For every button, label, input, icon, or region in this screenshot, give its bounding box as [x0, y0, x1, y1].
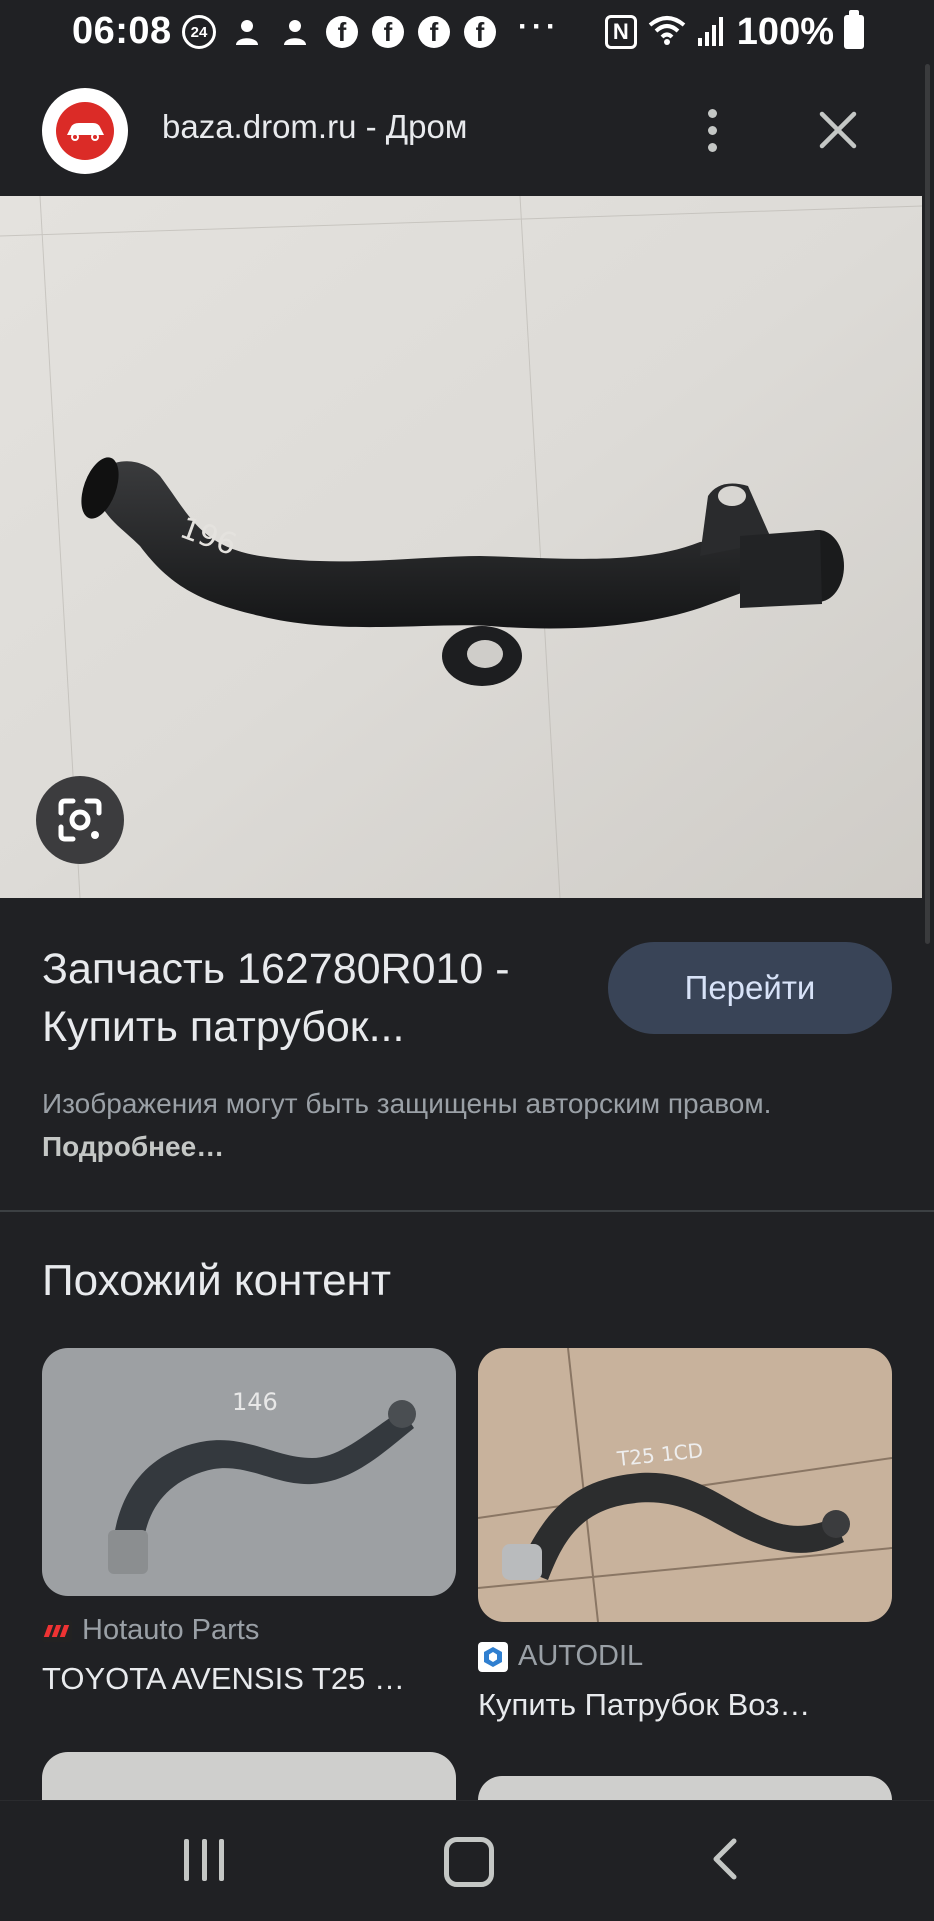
autodil-favicon-icon [478, 1641, 508, 1672]
similar-heading: Похожий контент [42, 1256, 391, 1305]
back-icon[interactable] [700, 1833, 752, 1885]
image-annotation: 146 [232, 1388, 278, 1416]
main-result-image[interactable]: 196 [0, 196, 922, 898]
nfc-icon: N [604, 15, 637, 49]
similar-card[interactable]: T25 1CD AUTODIL Купить Патрубок Воз… [478, 1348, 892, 1723]
similar-source[interactable]: AUTODIL [478, 1640, 892, 1673]
person-icon [230, 15, 264, 49]
notification-count-icon: 24 [182, 15, 216, 49]
divider [0, 1210, 934, 1212]
facebook-icon: f [326, 16, 358, 48]
learn-more-link[interactable]: Подробнее… [42, 1131, 224, 1162]
site-title[interactable]: baza.drom.ru - Дром [162, 108, 468, 146]
status-bar: 06:08 24 f f f f ··· N 100% [0, 0, 934, 64]
signal-icon [697, 14, 727, 51]
person-icon [278, 15, 312, 49]
source-name: AUTODIL [518, 1640, 644, 1672]
similar-thumbnail[interactable]: T25 1CD [478, 1348, 892, 1622]
facebook-icon: f [464, 16, 496, 48]
battery-percent: 100% [736, 10, 834, 53]
similar-thumbnail[interactable] [42, 1752, 456, 1800]
similar-thumbnail[interactable] [478, 1776, 892, 1800]
source-name: Hotauto Parts [82, 1614, 260, 1646]
home-icon[interactable] [444, 1837, 494, 1887]
result-title[interactable]: Запчасть 162780R010 - Купить патрубок... [42, 940, 582, 1056]
google-lens-icon[interactable] [36, 776, 124, 864]
scrollbar[interactable] [922, 64, 934, 944]
similar-thumbnail[interactable]: 146 [42, 1348, 456, 1596]
similar-source[interactable]: Hotauto Parts [42, 1614, 456, 1647]
system-nav-bar [0, 1800, 934, 1921]
status-time: 06:08 [72, 10, 172, 52]
similar-card[interactable]: 146 Hotauto Parts TOYOTA AVENSIS T25 … [42, 1348, 456, 1697]
more-dots-icon: ··· [518, 10, 560, 43]
go-button[interactable]: Перейти [608, 942, 892, 1034]
similar-caption[interactable]: Купить Патрубок Воз… [478, 1687, 892, 1723]
facebook-icon: f [418, 16, 450, 48]
status-left-icons: 24 f f f f ··· [182, 10, 560, 50]
facebook-icon: f [372, 16, 404, 48]
hotauto-favicon-icon [42, 1619, 72, 1642]
wifi-icon [647, 13, 687, 52]
copyright-text: Изображения могут быть защищены авторски… [42, 1088, 772, 1119]
similar-caption[interactable]: TOYOTA AVENSIS T25 … [42, 1661, 456, 1697]
viewer-header: baza.drom.ru - Дром [0, 64, 934, 196]
close-icon[interactable] [812, 104, 864, 156]
copyright-notice: Изображения могут быть защищены авторски… [42, 1082, 892, 1168]
more-vert-icon[interactable] [692, 102, 732, 158]
status-right-icons: N 100% [604, 10, 864, 53]
recent-apps-icon[interactable] [184, 1839, 224, 1881]
battery-icon [844, 10, 864, 49]
drom-logo-icon[interactable] [42, 88, 128, 174]
